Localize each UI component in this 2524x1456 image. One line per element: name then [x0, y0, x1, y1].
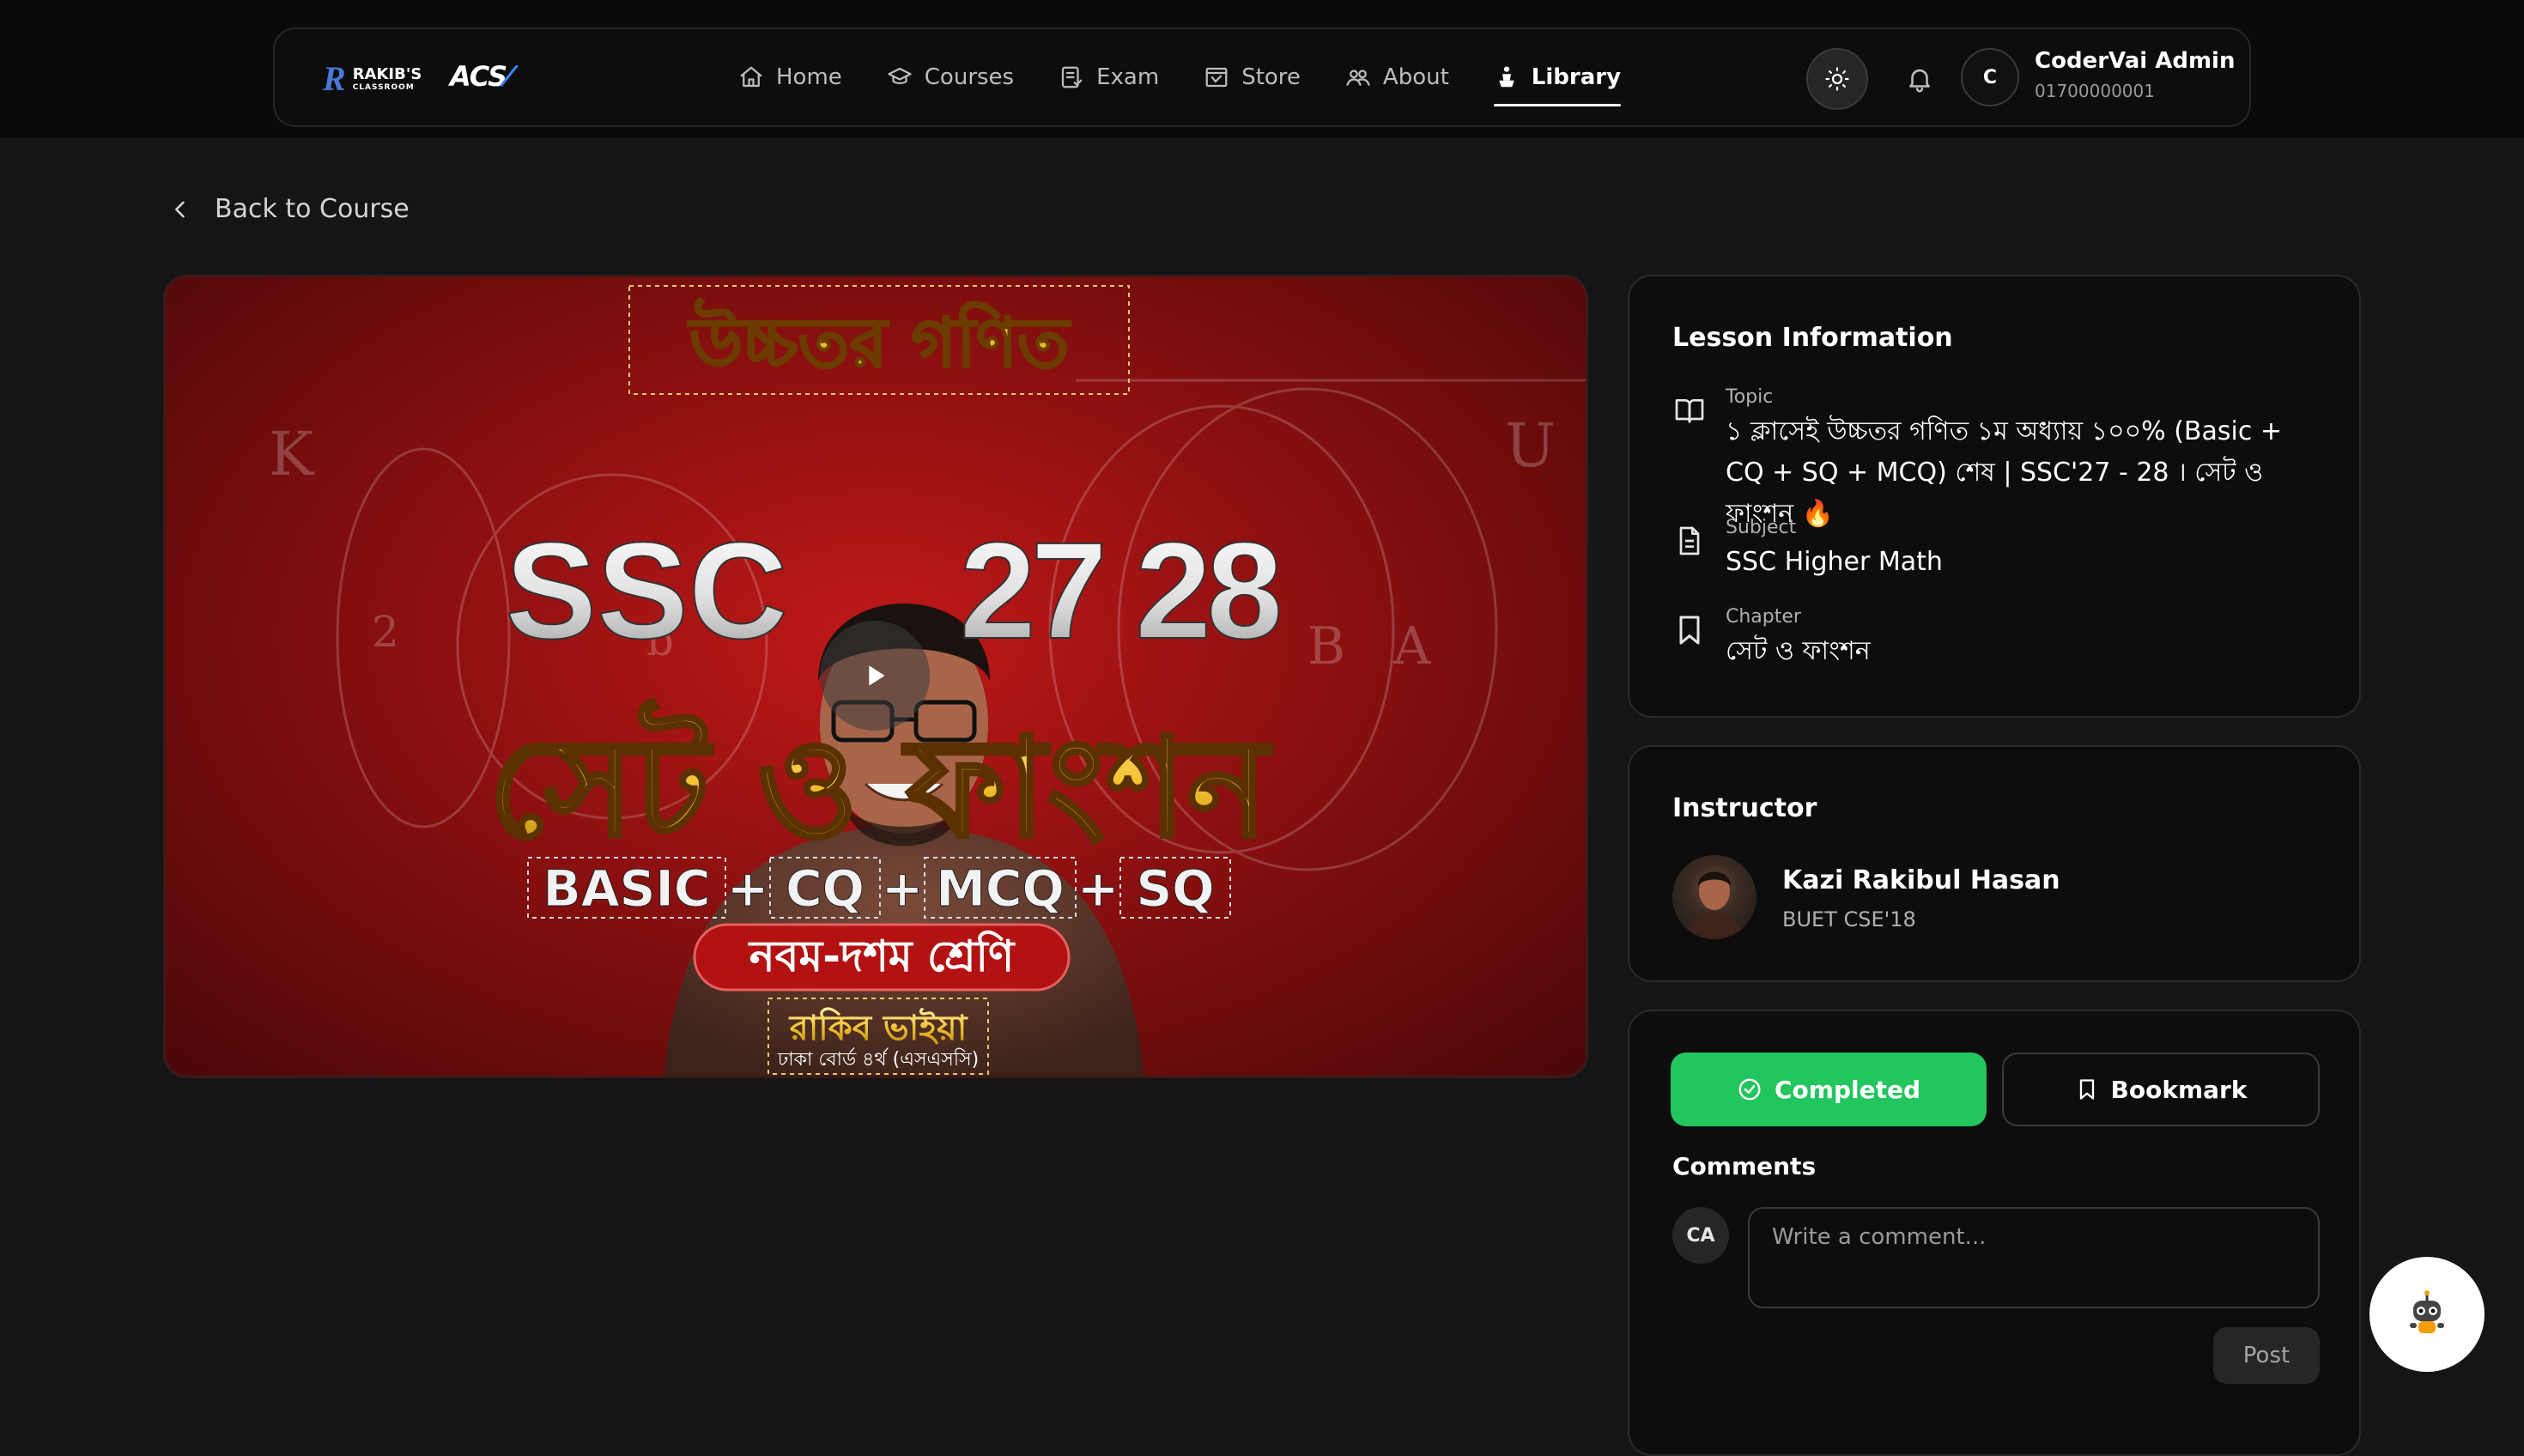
nav-item-home[interactable]: Home: [738, 29, 842, 125]
nav-item-about[interactable]: About: [1345, 29, 1449, 125]
tag-basic: BASIC: [543, 859, 710, 918]
svg-text:2: 2: [372, 607, 399, 657]
document-icon: [1679, 526, 1700, 555]
tag-sq: SQ: [1136, 859, 1214, 918]
nav-links: Home Courses Exam Store About Library: [738, 29, 1622, 125]
rakibs-classroom-logo[interactable]: R RAKIB'S CLASSROOM: [323, 60, 422, 98]
title-box: উচ্চতর গণিত: [628, 285, 1130, 395]
lesson-info-card: Lesson Information Topic ১ ক্লাসেই উচ্চত…: [1628, 275, 2361, 718]
play-icon: [869, 665, 885, 686]
bell-icon: [1909, 69, 1930, 93]
bookmark-label: Bookmark: [2110, 1075, 2248, 1104]
bookmark-icon: [2079, 1079, 2094, 1100]
nav-item-courses[interactable]: Courses: [887, 29, 1014, 125]
video-player[interactable]: U K 2 b B A উচ্চতর গণিত SSC 27 28 সেট ও …: [163, 275, 1588, 1078]
acs-logo[interactable]: ACS⁄: [450, 60, 512, 93]
svg-text:B: B: [1308, 616, 1345, 676]
instructor-title: Instructor: [1672, 793, 1817, 823]
instructor-affiliation: BUET CSE'18: [1782, 907, 1916, 931]
user-phone: 01700000001: [2035, 81, 2155, 101]
topic-label: Topic: [1726, 386, 1774, 408]
chapter-value: সেট ও ফাংশন: [1726, 636, 1871, 666]
sun-icon: [1825, 67, 1849, 91]
check-circle-icon: [1738, 1078, 1761, 1101]
svg-text:+: +: [882, 859, 924, 918]
notifications-button[interactable]: [1897, 57, 1942, 101]
logo-line2: CLASSROOM: [352, 82, 415, 92]
nav-label: Store: [1241, 64, 1301, 90]
post-button[interactable]: Post: [2213, 1327, 2320, 1384]
svg-text:+: +: [727, 859, 769, 918]
comment-input[interactable]: [1748, 1207, 2320, 1308]
navbar: R RAKIB'S CLASSROOM ACS⁄ Home Courses Ex…: [273, 27, 2251, 127]
bookmark-button[interactable]: Bookmark: [2002, 1053, 2320, 1126]
class-label: নবম-দশম শ্রেণি: [748, 931, 1016, 981]
svg-text:A: A: [1392, 616, 1431, 676]
back-label: Back to Course: [215, 194, 410, 224]
back-to-course-link[interactable]: Back to Course: [168, 194, 410, 224]
open-book-icon: [1675, 399, 1704, 423]
nav-label: Home: [776, 64, 842, 90]
nav-item-store[interactable]: Store: [1204, 29, 1301, 125]
library-icon: [1499, 66, 1514, 88]
svg-text:+: +: [1077, 859, 1119, 918]
chevron-left-icon: [175, 201, 185, 217]
completed-label: Completed: [1774, 1075, 1920, 1104]
teacher-tag: রাকিব ভাইয়া ঢাকা বোর্ড ৪র্থ (এসএসসি): [768, 998, 989, 1075]
graduation-cap-icon: [888, 67, 912, 84]
logo-r-mark: R: [323, 59, 346, 98]
chapter-row: Chapter সেট ও ফাংশন: [1672, 606, 1871, 672]
store-icon: [1205, 67, 1228, 88]
thumb-ssc: SSC: [506, 513, 788, 667]
subject-label: Subject: [1726, 517, 1797, 538]
tag-mcq: MCQ: [936, 859, 1065, 918]
instructor-avatar: [1672, 855, 1756, 939]
topic-row: Topic ১ ক্লাসেই উচ্চতর গণিত ১ম অধ্যায় ১…: [1672, 386, 2325, 535]
actions-comments-card: Completed Bookmark Comments CA Post: [1628, 1010, 2361, 1456]
lesson-info-title: Lesson Information: [1672, 323, 1953, 353]
subject-row: Subject SSC Higher Math: [1672, 517, 1943, 583]
home-icon: [740, 66, 762, 88]
comments-title: Comments: [1672, 1152, 1817, 1180]
completed-button[interactable]: Completed: [1671, 1053, 1987, 1126]
user-info[interactable]: CoderVai Admin 01700000001: [2035, 48, 2235, 101]
user-name: CoderVai Admin: [2035, 48, 2236, 74]
instructor-card: Instructor Kazi Rakibul Hasan BUET CSE'1…: [1628, 745, 2361, 982]
theme-toggle-button[interactable]: [1806, 48, 1868, 110]
users-icon: [1346, 70, 1370, 86]
nav-label: Courses: [924, 64, 1015, 90]
nav-label: Library: [1531, 64, 1622, 90]
bookmark-outline-icon: [1679, 616, 1700, 645]
robot-icon: [2410, 1290, 2444, 1333]
teacher-sub: ঢাকা বোর্ড ৪র্থ (এসএসসি): [777, 1047, 979, 1071]
nav-label: Exam: [1096, 64, 1160, 90]
nav-item-library[interactable]: Library: [1493, 29, 1622, 125]
svg-text:U: U: [1505, 410, 1556, 481]
user-avatar[interactable]: C: [1961, 48, 2019, 106]
exam-icon: [1061, 66, 1083, 88]
logo-line1: RAKIB'S: [352, 64, 422, 83]
commenter-avatar: CA: [1672, 1207, 1729, 1264]
play-button[interactable]: [820, 621, 930, 731]
thumb-years: 27 28: [960, 513, 1279, 667]
thumb-title: উচ্চতর গণিত: [687, 298, 1071, 383]
instructor-name: Kazi Rakibul Hasan: [1782, 865, 2060, 895]
tag-cq: CQ: [786, 859, 865, 918]
chatbot-button[interactable]: [2369, 1257, 2485, 1372]
chapter-label: Chapter: [1726, 606, 1801, 628]
nav-label: About: [1382, 64, 1449, 90]
subject-value: SSC Higher Math: [1726, 547, 1943, 577]
svg-text:K: K: [269, 419, 315, 489]
class-pill: নবম-দশম শ্রেণি: [693, 923, 1071, 992]
teacher-name: রাকিব ভাইয়া: [788, 1007, 968, 1048]
nav-item-exam[interactable]: Exam: [1059, 29, 1159, 125]
